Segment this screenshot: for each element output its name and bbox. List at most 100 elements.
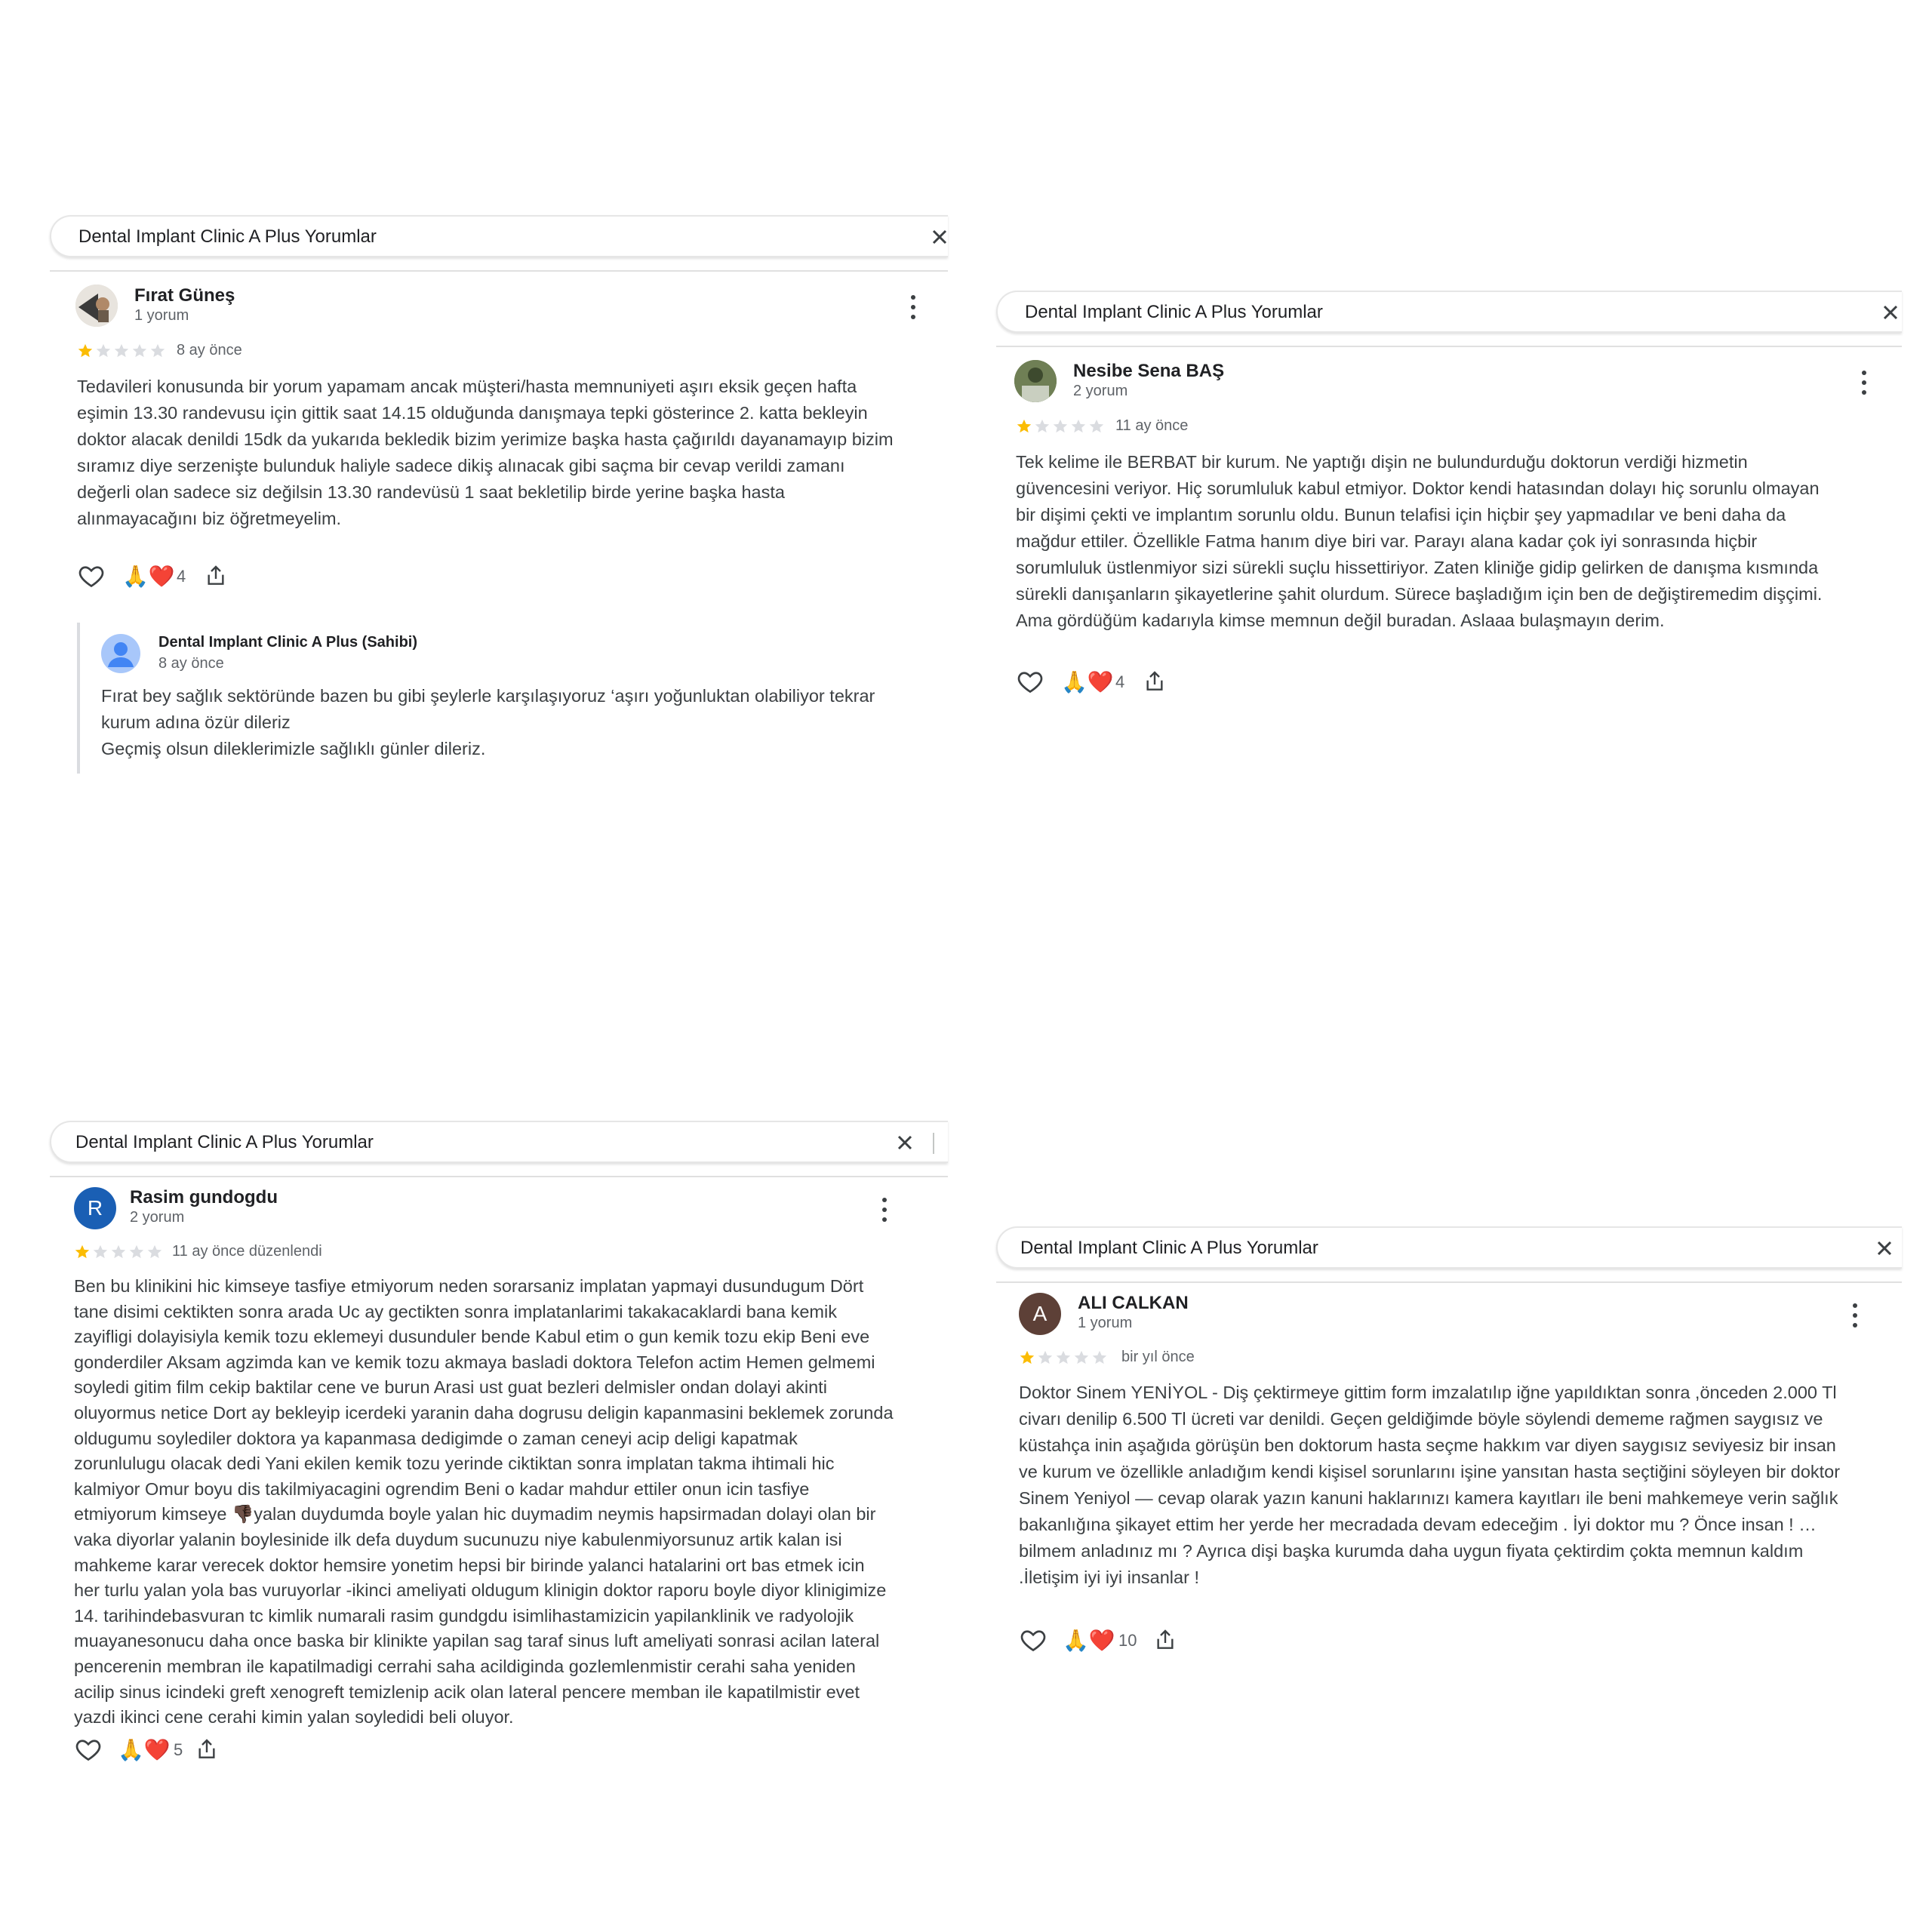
review-date: 8 ay önce bbox=[177, 342, 242, 358]
more-options-icon[interactable] bbox=[1847, 1302, 1863, 1332]
star-empty-icon bbox=[147, 1244, 162, 1259]
star-empty-icon bbox=[1053, 419, 1068, 433]
more-options-icon[interactable] bbox=[1857, 369, 1872, 399]
like-heart-icon[interactable] bbox=[1016, 668, 1044, 695]
star-rating bbox=[77, 343, 166, 359]
star-empty-icon bbox=[1035, 419, 1050, 433]
close-icon[interactable] bbox=[1873, 1237, 1896, 1260]
reviewer-name[interactable]: Fırat Güneş bbox=[134, 285, 235, 306]
star-empty-icon bbox=[129, 1244, 144, 1259]
share-icon[interactable] bbox=[1153, 1626, 1177, 1654]
review-date: bir yıl önce bbox=[1121, 1349, 1195, 1365]
review-text: Ben bu klinikini hic kimseye tasfiye etm… bbox=[74, 1274, 949, 1730]
reviewer-name[interactable]: ALI CALKAN bbox=[1078, 1293, 1189, 1314]
search-query-text[interactable]: Dental Implant Clinic A Plus Yorumlar bbox=[78, 226, 377, 248]
review-panel-rasim: Dental Implant Clinic A Plus Yorumlar R … bbox=[50, 1121, 948, 1785]
reviewer-review-count: 1 yorum bbox=[1078, 1315, 1133, 1331]
star-empty-icon bbox=[1089, 419, 1104, 433]
star-filled-icon bbox=[1017, 419, 1032, 433]
search-bar[interactable]: Dental Implant Clinic A Plus Yorumlar bbox=[996, 1226, 1902, 1269]
reaction-emoji-icons[interactable]: 🙏❤️ bbox=[122, 564, 175, 589]
like-heart-icon[interactable] bbox=[74, 1736, 103, 1763]
close-icon[interactable] bbox=[1879, 301, 1902, 324]
reaction-count: 4 bbox=[1115, 672, 1125, 691]
reviewer-name[interactable]: Nesibe Sena BAŞ bbox=[1073, 361, 1224, 382]
reaction-emoji-icons[interactable]: 🙏❤️ bbox=[1061, 669, 1114, 695]
share-icon[interactable] bbox=[1143, 668, 1167, 695]
review-text: Tedavileri konusunda bir yorum yapamam a… bbox=[77, 377, 894, 528]
star-rating bbox=[1019, 1349, 1108, 1366]
star-rating bbox=[74, 1244, 163, 1260]
review-text: Doktor Sinem YENİYOL - Diş çektirmeye gi… bbox=[1019, 1383, 1841, 1587]
avatar[interactable] bbox=[75, 285, 118, 327]
like-heart-icon[interactable] bbox=[1019, 1626, 1048, 1654]
avatar-photo-icon bbox=[75, 285, 118, 327]
star-empty-icon bbox=[1056, 1350, 1071, 1364]
avatar[interactable] bbox=[1014, 360, 1057, 402]
reaction-emoji-icons[interactable]: 🙏❤️ bbox=[1063, 1628, 1115, 1654]
avatar-photo-icon bbox=[1014, 360, 1057, 402]
review-date: 11 ay önce düzenlendi bbox=[172, 1243, 322, 1260]
close-icon[interactable] bbox=[894, 1131, 916, 1154]
search-query-text[interactable]: Dental Implant Clinic A Plus Yorumlar bbox=[1025, 302, 1323, 323]
owner-reply-bar bbox=[77, 623, 80, 774]
search-query-text[interactable]: Dental Implant Clinic A Plus Yorumlar bbox=[75, 1132, 374, 1153]
review-actions: 🙏❤️ 4 bbox=[77, 562, 303, 592]
review-actions: 🙏❤️ 10 bbox=[1019, 1626, 1245, 1657]
star-empty-icon bbox=[1092, 1350, 1107, 1364]
owner-avatar bbox=[101, 634, 140, 673]
star-empty-icon bbox=[1071, 419, 1086, 433]
reaction-count: 5 bbox=[174, 1740, 183, 1759]
search-bar[interactable]: Dental Implant Clinic A Plus Yorumlar bbox=[996, 291, 1902, 333]
reaction-count: 10 bbox=[1118, 1631, 1137, 1650]
divider bbox=[996, 346, 1902, 347]
star-empty-icon bbox=[1038, 1350, 1053, 1364]
review-panel-nesibe: Dental Implant Clinic A Plus Yorumlar Ne… bbox=[996, 291, 1902, 713]
star-empty-icon bbox=[114, 343, 129, 358]
reaction-count: 4 bbox=[177, 567, 186, 586]
star-empty-icon bbox=[96, 343, 111, 358]
review-text-part-2: yalan duydumda boyle yalan hic duymadim … bbox=[74, 1504, 887, 1727]
star-filled-icon bbox=[1020, 1350, 1035, 1364]
divider bbox=[50, 1176, 948, 1177]
star-empty-icon bbox=[93, 1244, 108, 1259]
reviewer-review-count: 1 yorum bbox=[134, 307, 189, 324]
search-bar[interactable]: Dental Implant Clinic A Plus Yorumlar bbox=[50, 1121, 948, 1163]
search-bar-separator bbox=[933, 1133, 934, 1154]
person-icon bbox=[108, 642, 134, 667]
star-rating bbox=[1016, 418, 1105, 435]
star-filled-icon bbox=[75, 1244, 90, 1259]
share-icon[interactable] bbox=[195, 1736, 219, 1763]
avatar[interactable]: A bbox=[1019, 1293, 1061, 1335]
avatar-initial: A bbox=[1032, 1302, 1048, 1325]
reviewer-name[interactable]: Rasim gundogdu bbox=[130, 1187, 278, 1208]
star-empty-icon bbox=[150, 343, 165, 358]
thumbs-down-emoji-icon: 👎🏿 bbox=[231, 1504, 254, 1524]
like-heart-icon[interactable] bbox=[77, 562, 106, 589]
star-filled-icon bbox=[78, 343, 93, 358]
search-query-text[interactable]: Dental Implant Clinic A Plus Yorumlar bbox=[1020, 1238, 1318, 1259]
more-options-icon[interactable] bbox=[877, 1196, 892, 1226]
star-empty-icon bbox=[132, 343, 147, 358]
share-icon[interactable] bbox=[204, 562, 228, 589]
close-icon[interactable] bbox=[928, 226, 951, 248]
owner-reply-date: 8 ay önce bbox=[158, 655, 224, 672]
reaction-emoji-icons[interactable]: 🙏❤️ bbox=[118, 1737, 171, 1763]
search-bar[interactable]: Dental Implant Clinic A Plus Yorumlar bbox=[50, 215, 948, 257]
review-panel-firat: Dental Implant Clinic A Plus Yorumlar Fı… bbox=[50, 215, 948, 789]
review-actions: 🙏❤️ 5 bbox=[74, 1736, 300, 1766]
divider bbox=[50, 270, 948, 272]
reviewer-review-count: 2 yorum bbox=[1073, 383, 1128, 399]
review-panel-ali: Dental Implant Clinic A Plus Yorumlar A … bbox=[996, 1226, 1902, 1694]
avatar[interactable]: R bbox=[74, 1187, 116, 1229]
owner-reply-text: Fırat bey sağlık sektöründe bazen bu gib… bbox=[101, 686, 875, 758]
star-empty-icon bbox=[111, 1244, 126, 1259]
avatar-initial: R bbox=[87, 1196, 103, 1220]
review-actions: 🙏❤️ 4 bbox=[1016, 668, 1242, 698]
review-text-part-1: Ben bu klinikini hic kimseye tasfiye etm… bbox=[74, 1276, 894, 1524]
review-date: 11 ay önce bbox=[1115, 417, 1189, 434]
more-options-icon[interactable] bbox=[906, 294, 921, 324]
review-text: Tek kelime ile BERBAT bir kurum. Ne yapt… bbox=[1016, 452, 1823, 630]
owner-reply-name: Dental Implant Clinic A Plus (Sahibi) bbox=[158, 634, 417, 651]
star-empty-icon bbox=[1074, 1350, 1089, 1364]
